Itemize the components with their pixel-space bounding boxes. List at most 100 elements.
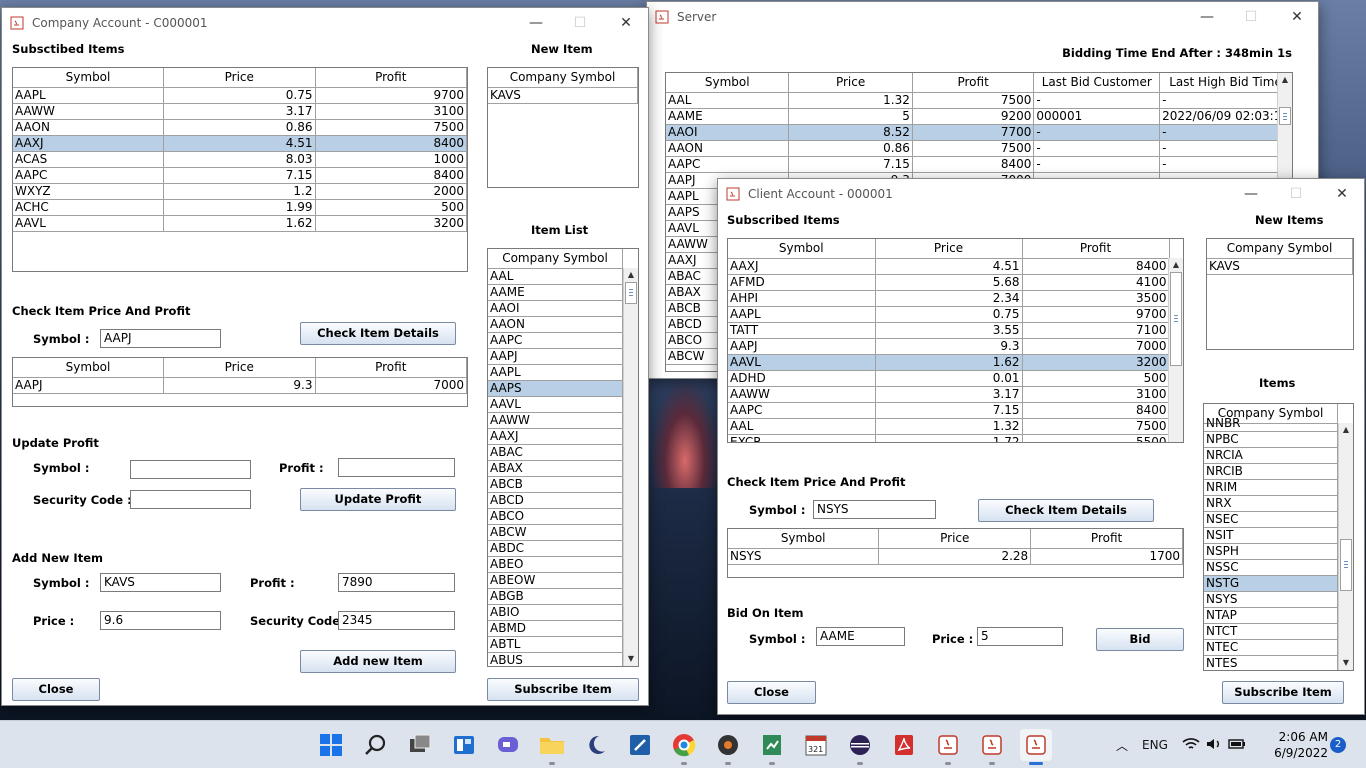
scroll-down-icon[interactable]: ▼	[1339, 656, 1353, 670]
table-row[interactable]: NTES	[1204, 655, 1338, 670]
scroll-thumb[interactable]	[1340, 539, 1352, 591]
column-header[interactable]: Price	[875, 239, 1023, 259]
maximize-button[interactable]: ☐	[1276, 183, 1316, 205]
table-row[interactable]: AAXJ	[488, 428, 623, 445]
check-symbol-input[interactable]: NSYS	[813, 500, 936, 519]
maximize-button[interactable]: ☐	[560, 12, 600, 34]
table-row[interactable]: AAON 0.86 7500- -	[666, 140, 1292, 157]
chevron-up-icon[interactable]: ︿	[1116, 737, 1128, 754]
table-row[interactable]: ABAC	[488, 444, 623, 461]
column-header[interactable]: Profit	[1022, 239, 1170, 259]
table-row[interactable]: NSEC	[1204, 511, 1338, 528]
item-list-scrollbar[interactable]: ▲ ▼	[623, 268, 638, 666]
column-header[interactable]: Price	[878, 529, 1032, 549]
table-row[interactable]: AAL	[488, 268, 623, 285]
scroll-up-icon[interactable]: ▲	[1339, 423, 1353, 437]
subscribe-item-button[interactable]: Subscribe Item	[1222, 681, 1344, 704]
item-list-table[interactable]: Company Symbol AAL AAME AAOI AAON AAPC AAPJ AAP…	[487, 248, 639, 667]
new-item-table[interactable]: Company Symbol KAVS	[487, 67, 639, 188]
check-item-details-button[interactable]: Check Item Details	[300, 322, 456, 345]
minimize-button[interactable]: —	[1187, 6, 1227, 28]
table-row[interactable]: AHPI 2.34 3500	[728, 290, 1170, 307]
column-header[interactable]: Symbol	[13, 358, 165, 378]
wifi-icon[interactable]	[1182, 737, 1200, 754]
volume-icon[interactable]	[1206, 737, 1222, 754]
column-header[interactable]: Symbol	[13, 68, 165, 88]
table-row[interactable]: NRCIA	[1204, 447, 1338, 464]
check-item-details-button[interactable]: Check Item Details	[978, 499, 1154, 522]
table-row[interactable]: ABCO	[488, 508, 623, 525]
moon-app-icon[interactable]	[580, 729, 612, 761]
table-row[interactable]: NRCIB	[1204, 463, 1338, 480]
scroll-down-icon[interactable]: ▼	[624, 652, 638, 666]
table-row[interactable]: ABTL	[488, 636, 623, 653]
table-row[interactable]: AAWW 3.17 3100	[728, 386, 1170, 403]
check-result-table[interactable]: Symbol Price Profit NSYS 2.28 1700	[727, 528, 1184, 578]
pdf-reader-icon[interactable]	[888, 729, 920, 761]
column-header[interactable]: Profit	[315, 358, 467, 378]
table-row[interactable]: AAPJ	[488, 348, 623, 365]
table-row[interactable]: AAPJ9.37000	[728, 338, 1170, 355]
java-app-icon[interactable]	[976, 729, 1008, 765]
column-header[interactable]: Last Bid Customer	[1033, 73, 1161, 93]
table-row[interactable]: KAVS	[488, 87, 638, 104]
start-icon[interactable]	[315, 729, 347, 761]
table-row[interactable]: AAVL 1.62 3200	[728, 354, 1170, 371]
table-row[interactable]: AAWW 3.17 3100	[13, 103, 467, 120]
widgets-icon[interactable]	[448, 729, 480, 761]
table-row[interactable]: ABAX	[488, 460, 623, 477]
table-row[interactable]: NRIM	[1204, 479, 1338, 496]
task-view-icon[interactable]	[404, 729, 436, 761]
column-header[interactable]: Company Symbol	[488, 249, 623, 269]
client-subscribed-scrollbar[interactable]: ▲	[1168, 258, 1183, 442]
table-row[interactable]: AAL 1.32 7500	[728, 418, 1170, 435]
close-button[interactable]: Close	[12, 678, 100, 701]
check-result-table[interactable]: Symbol Price Profit AAPJ 9.3 7000	[12, 357, 468, 407]
update-profit-input[interactable]	[338, 458, 455, 477]
table-row[interactable]: AAL 1.32 7500- -	[666, 92, 1292, 109]
chrome-icon[interactable]	[668, 729, 700, 765]
column-header[interactable]: Symbol	[728, 239, 876, 259]
column-header[interactable]: Profit	[315, 68, 467, 88]
battery-icon[interactable]	[1228, 738, 1246, 753]
table-row[interactable]: KAVS	[1207, 258, 1353, 275]
update-security-input[interactable]	[130, 490, 251, 509]
minimize-button[interactable]: —	[1231, 183, 1271, 205]
bid-symbol-input[interactable]: AAME	[816, 627, 905, 646]
table-row[interactable]: AAPL 0.75 9700	[13, 87, 467, 104]
column-header[interactable]: Profit	[1030, 529, 1183, 549]
subscribe-item-button[interactable]: Subscribe Item	[487, 678, 639, 701]
table-row[interactable]: AAPC 7.15 8400	[13, 167, 467, 184]
scroll-thumb[interactable]	[625, 282, 637, 304]
bid-price-input[interactable]: 5	[977, 627, 1063, 646]
table-row[interactable]: ACAS 8.03 1000	[13, 151, 467, 168]
update-profit-button[interactable]: Update Profit	[300, 488, 456, 511]
media-player-icon[interactable]	[712, 729, 744, 765]
table-row[interactable]: AAPC	[488, 332, 623, 349]
table-row[interactable]: EXCR 1.72 5500	[728, 434, 1170, 442]
file-explorer-icon[interactable]	[536, 729, 568, 765]
table-row[interactable]: ABMD	[488, 620, 623, 637]
column-header[interactable]: Profit	[912, 73, 1035, 93]
table-row[interactable]: AAVL 1.62 3200	[13, 215, 467, 232]
close-window-button[interactable]: ✕	[606, 12, 646, 34]
table-row[interactable]: ACHC 1.99 500	[13, 199, 467, 216]
scroll-thumb[interactable]	[1170, 272, 1182, 366]
table-row[interactable]: AAME	[488, 284, 623, 301]
table-row[interactable]: NTEC	[1204, 639, 1338, 656]
table-row[interactable]: NSYS	[1204, 591, 1338, 608]
close-button[interactable]: Close	[727, 681, 816, 704]
notes-app-icon[interactable]	[624, 729, 656, 761]
table-row[interactable]: AAPC 7.15 8400- -	[666, 156, 1292, 173]
clock[interactable]: 2:06 AM 6/9/2022	[1272, 729, 1328, 761]
table-row[interactable]: AAVL	[488, 396, 623, 413]
table-row[interactable]: ABEOW	[488, 572, 623, 589]
eclipse-icon[interactable]	[844, 729, 876, 765]
add-security-input[interactable]: 2345	[338, 611, 455, 630]
table-row[interactable]: NSSC	[1204, 559, 1338, 576]
table-row[interactable]: AAON	[488, 316, 623, 333]
table-row[interactable]: ABIO	[488, 604, 623, 621]
table-row[interactable]: ABDC	[488, 540, 623, 557]
check-symbol-input[interactable]: AAPJ	[100, 329, 221, 348]
table-row[interactable]: ABEO	[488, 556, 623, 573]
